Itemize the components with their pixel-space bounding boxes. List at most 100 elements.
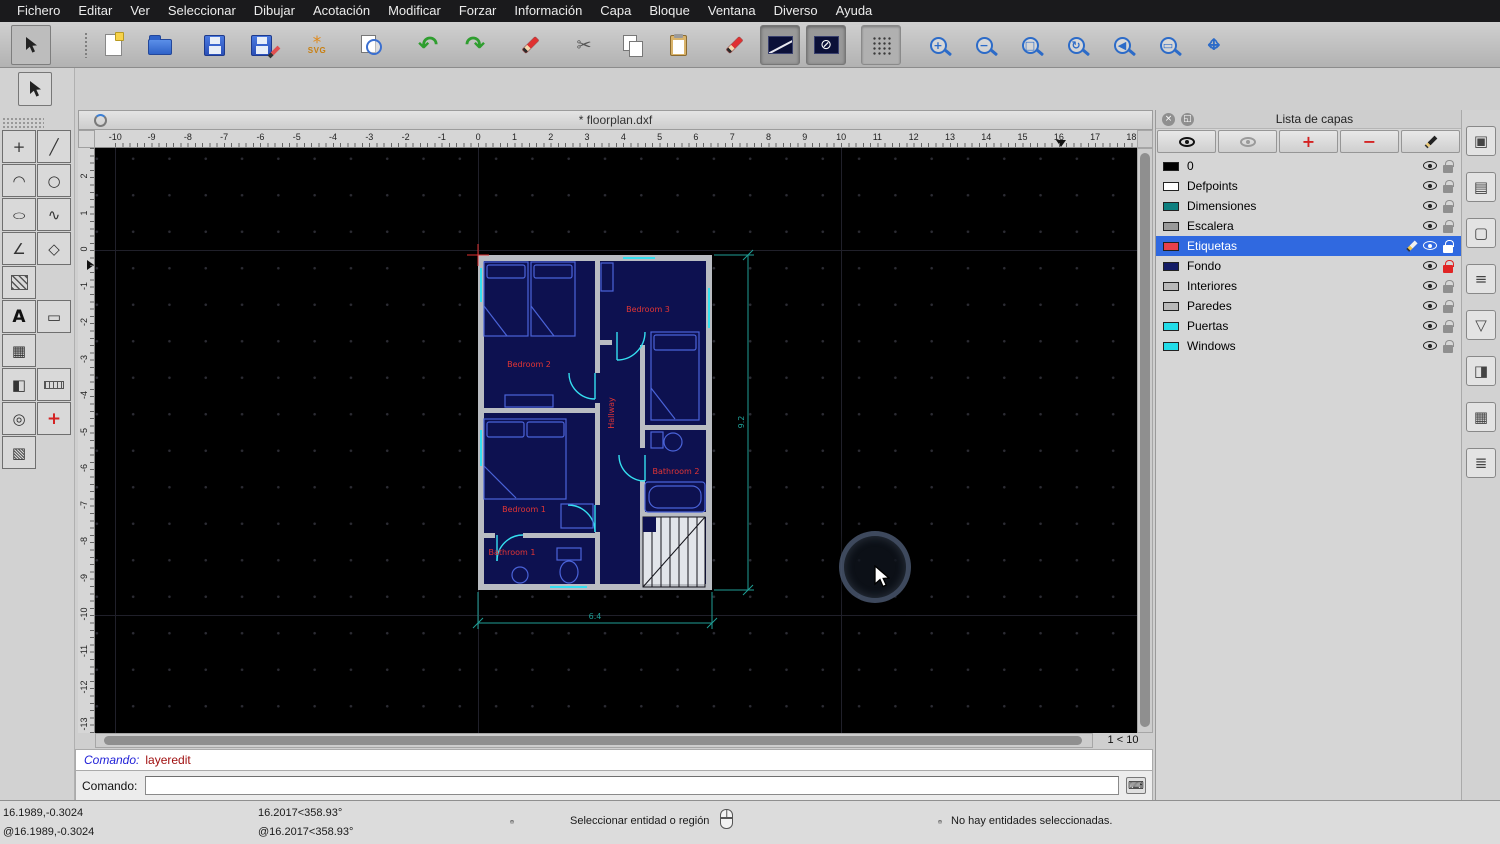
zoom-window-button[interactable]: ▭: [1148, 25, 1188, 65]
layer-row-defpoints[interactable]: Defpoints: [1156, 176, 1461, 196]
visibility-eye-icon[interactable]: [1423, 161, 1437, 170]
zoom-pan-button[interactable]: ↔ ↕: [1194, 25, 1234, 65]
layer-row-paredes[interactable]: Paredes: [1156, 296, 1461, 316]
dock-panels-button[interactable]: ◨: [1466, 356, 1496, 386]
layer-row-windows[interactable]: Windows: [1156, 336, 1461, 356]
layer-row-etiquetas[interactable]: Etiquetas: [1156, 236, 1461, 256]
lock-icon[interactable]: [1443, 260, 1454, 273]
lines-tool-button[interactable]: ╱: [37, 130, 71, 163]
undo-button[interactable]: ↶: [408, 25, 448, 65]
dimension-tool-button[interactable]: ◧: [2, 368, 36, 401]
lock-icon[interactable]: [1443, 300, 1454, 313]
lock-icon[interactable]: [1443, 160, 1454, 173]
lock-icon[interactable]: [1443, 180, 1454, 193]
menu-dibujar[interactable]: Dibujar: [245, 0, 304, 22]
dock-matrix-button[interactable]: ▦: [1466, 402, 1496, 432]
menu-editar[interactable]: Editar: [69, 0, 121, 22]
polygons-tool-button[interactable]: ◇: [37, 232, 71, 265]
lock-icon[interactable]: [1443, 200, 1454, 213]
lock-icon[interactable]: [1443, 320, 1454, 333]
zoom-auto-button[interactable]: □: [1010, 25, 1050, 65]
visibility-eye-icon[interactable]: [1423, 181, 1437, 190]
new-document-button[interactable]: [93, 25, 133, 65]
edit-layer-button[interactable]: [1401, 130, 1460, 153]
layer-row-interiores[interactable]: Interiores: [1156, 276, 1461, 296]
drawing-canvas[interactable]: 6.4 9.2 Bedroom 2 Bedroom 3 Bedroom 1 Ba…: [95, 148, 1137, 733]
lock-icon[interactable]: [1443, 280, 1454, 293]
zoom-out-button[interactable]: −: [964, 25, 1004, 65]
visibility-eye-icon[interactable]: [1423, 281, 1437, 290]
open-file-button[interactable]: [140, 25, 180, 65]
keyboard-toggle-button[interactable]: ⌨: [1126, 777, 1146, 794]
palette-select-tool[interactable]: [18, 72, 52, 106]
visibility-eye-icon[interactable]: [1423, 201, 1437, 210]
vertical-scrollbar-thumb[interactable]: [1140, 153, 1150, 727]
dock-blocks-button[interactable]: ▤: [1466, 172, 1496, 202]
visibility-eye-icon[interactable]: [1423, 221, 1437, 230]
document-titlebar[interactable]: * floorplan.dxf: [78, 110, 1153, 130]
points-tool-button[interactable]: +: [2, 130, 36, 163]
visibility-eye-icon[interactable]: [1423, 241, 1437, 250]
select-tool-button[interactable]: [11, 25, 51, 65]
horizontal-scrollbar-thumb[interactable]: [104, 736, 1082, 745]
menu-forzar[interactable]: Forzar: [450, 0, 506, 22]
add-layer-button[interactable]: +: [1279, 130, 1338, 153]
layer-row-puertas[interactable]: Puertas: [1156, 316, 1461, 336]
hide-all-layers-button[interactable]: [1218, 130, 1277, 153]
lock-icon[interactable]: [1443, 240, 1454, 253]
menu-ayuda[interactable]: Ayuda: [827, 0, 882, 22]
dock-clipboard-button[interactable]: ≣: [1466, 448, 1496, 478]
dock-library-button[interactable]: ▣: [1466, 126, 1496, 156]
close-icon[interactable]: ×: [1162, 112, 1175, 126]
layer-row-escalera[interactable]: Escalera: [1156, 216, 1461, 236]
paste-button[interactable]: [658, 25, 698, 65]
isometric-tool-button[interactable]: ▧: [2, 436, 36, 469]
rect-dim-tool-button[interactable]: ▭: [37, 300, 71, 333]
ellipses-tool-button[interactable]: ○: [2, 198, 36, 231]
circles-tool-button[interactable]: ○: [37, 164, 71, 197]
layer-row-fondo[interactable]: Fondo: [1156, 256, 1461, 276]
command-input[interactable]: [145, 776, 1119, 795]
polylines-tool-button[interactable]: ∠: [2, 232, 36, 265]
hatch-tool-button[interactable]: [2, 266, 36, 299]
dock-lines-button[interactable]: ≡: [1466, 264, 1496, 294]
snap-tool-button[interactable]: +: [37, 402, 71, 435]
measure-tool-button[interactable]: [37, 368, 71, 401]
draw-order-button[interactable]: ⊘: [806, 25, 846, 65]
menu-acotacion[interactable]: Acotación: [304, 0, 379, 22]
image-tool-button[interactable]: ▦: [2, 334, 36, 367]
visibility-eye-icon[interactable]: [1423, 261, 1437, 270]
copy-button[interactable]: [613, 25, 653, 65]
attributes-pen-button[interactable]: [714, 25, 754, 65]
zoom-in-button[interactable]: +: [918, 25, 958, 65]
text-tool-button[interactable]: A: [2, 300, 36, 333]
menu-bloque[interactable]: Bloque: [640, 0, 698, 22]
save-as-button[interactable]: [241, 25, 281, 65]
splines-tool-button[interactable]: ∿: [37, 198, 71, 231]
redo-button[interactable]: ↷: [455, 25, 495, 65]
menu-modificar[interactable]: Modificar: [379, 0, 450, 22]
lock-icon[interactable]: [1443, 220, 1454, 233]
zoom-redraw-button[interactable]: ↻: [1056, 25, 1096, 65]
pen-edit-button[interactable]: [510, 25, 550, 65]
layer-row-0[interactable]: 0: [1156, 156, 1461, 176]
zoom-previous-button[interactable]: ◀: [1102, 25, 1142, 65]
menu-seleccionar[interactable]: Seleccionar: [159, 0, 245, 22]
vertical-scrollbar[interactable]: [1137, 148, 1153, 733]
menu-informacion[interactable]: Información: [505, 0, 591, 22]
lock-icon[interactable]: [1443, 340, 1454, 353]
menu-fichero[interactable]: Fichero: [8, 0, 69, 22]
menu-ver[interactable]: Ver: [121, 0, 159, 22]
show-all-layers-button[interactable]: [1157, 130, 1216, 153]
horizontal-scrollbar[interactable]: [95, 733, 1093, 748]
remove-layer-button[interactable]: −: [1340, 130, 1399, 153]
grid-toggle-button[interactable]: [861, 25, 901, 65]
print-preview-button[interactable]: [352, 25, 392, 65]
dock-visor-button[interactable]: ▢: [1466, 218, 1496, 248]
visibility-eye-icon[interactable]: [1423, 301, 1437, 310]
line-settings-button[interactable]: [760, 25, 800, 65]
arcs-tool-button[interactable]: ◠: [2, 164, 36, 197]
save-button[interactable]: [194, 25, 234, 65]
order-tool-button[interactable]: ◎: [2, 402, 36, 435]
visibility-eye-icon[interactable]: [1423, 321, 1437, 330]
